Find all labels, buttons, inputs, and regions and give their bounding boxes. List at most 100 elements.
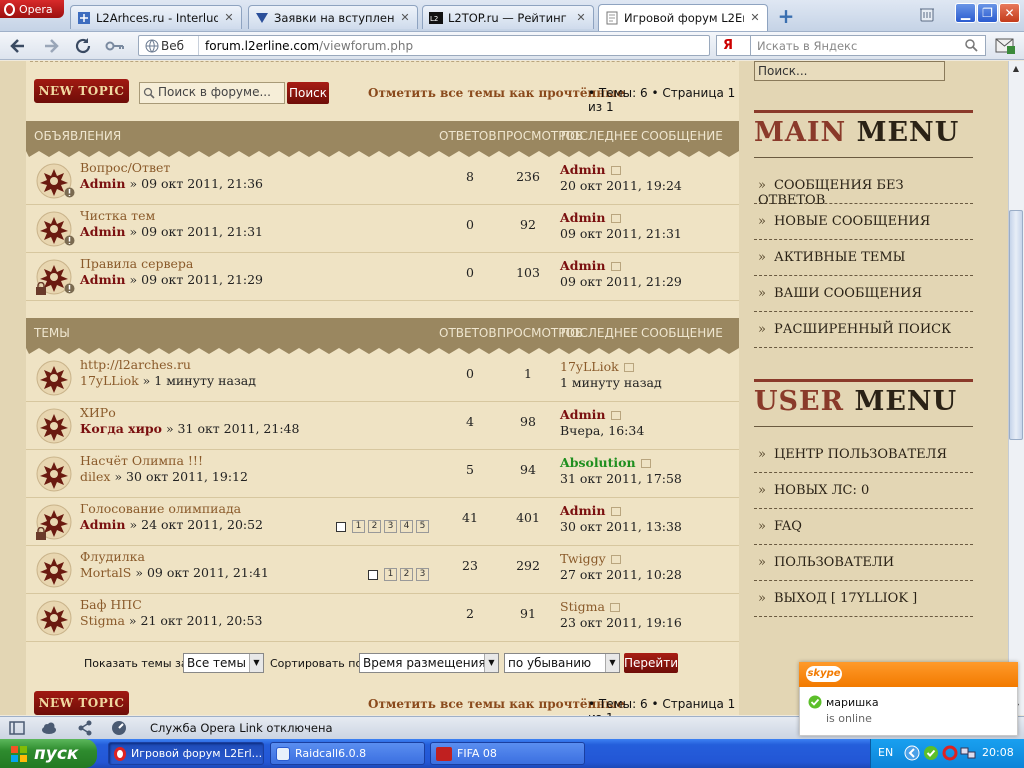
topic-title-link[interactable]: Голосование олимпиада: [80, 501, 241, 516]
page-link[interactable]: 1: [384, 568, 397, 581]
go-to-post-icon[interactable]: [623, 363, 634, 372]
menu-item[interactable]: » ПОЛЬЗОВАТЕЛИ: [754, 545, 973, 581]
sidebar-search-input[interactable]: Поиск...: [754, 61, 945, 81]
mark-all-read-link[interactable]: Отметить все темы как прочтённые: [368, 697, 625, 711]
last-post-author-name[interactable]: Admin: [560, 503, 606, 518]
close-tab-icon[interactable]: ✕: [399, 11, 411, 24]
last-post-author-name[interactable]: 17yLLiok: [560, 359, 619, 374]
close-window-button[interactable]: ✕: [999, 3, 1020, 23]
go-to-post-icon[interactable]: [609, 603, 620, 612]
opera-menu-button[interactable]: Opera: [0, 0, 64, 18]
tab-forum[interactable]: Игровой форум L2Erline ... ✕: [598, 4, 768, 31]
key-icon[interactable]: [104, 36, 126, 56]
topic-author[interactable]: dilex: [80, 469, 110, 484]
menu-item[interactable]: » НОВЫХ ЛС: 0: [754, 473, 973, 509]
topic-title-link[interactable]: ХИРо: [80, 405, 116, 420]
panel-toggle-icon[interactable]: [8, 719, 26, 737]
menu-item[interactable]: » АКТИВНЫЕ ТЕМЫ: [754, 240, 973, 276]
opera-tray-icon[interactable]: [942, 745, 958, 761]
forward-icon[interactable]: [40, 36, 62, 56]
scroll-thumb[interactable]: [1009, 210, 1023, 440]
topic-row[interactable]: http://l2arches.ru 17yLLiok » 1 минуту на…: [26, 354, 739, 402]
topic-title-link[interactable]: Чистка тем: [80, 208, 155, 223]
start-button[interactable]: пуск: [0, 739, 97, 768]
topic-row[interactable]: Флудилка MortalS » 09 окт 2011, 21:41 1 2 3 2…: [26, 546, 739, 594]
go-to-post-icon[interactable]: [610, 214, 621, 223]
last-post-author[interactable]: Admin: [560, 258, 621, 273]
tab-l2arches[interactable]: L2Arhces.ru - Interlude ... ✕: [70, 5, 242, 29]
maximize-button[interactable]: ❐: [977, 3, 998, 23]
trash-icon[interactable]: [918, 5, 936, 23]
topic-author[interactable]: MortalS: [80, 565, 131, 580]
topic-title-link[interactable]: Флудилка: [80, 549, 145, 564]
go-to-post-icon[interactable]: [610, 411, 621, 420]
page-link[interactable]: 2: [400, 568, 413, 581]
go-to-post-icon[interactable]: [610, 166, 621, 175]
language-indicator[interactable]: EN: [878, 746, 893, 759]
taskbar-item-opera[interactable]: Игровой форум L2Erl...: [108, 742, 264, 765]
last-post-author[interactable]: Stigma: [560, 599, 620, 614]
new-topic-button[interactable]: NEW TOPIC: [34, 79, 129, 103]
last-post-author-name[interactable]: Admin: [560, 162, 606, 177]
network-icon[interactable]: [960, 745, 976, 761]
close-tab-icon[interactable]: ✕: [749, 12, 761, 24]
last-post-author[interactable]: 17yLLiok: [560, 359, 634, 374]
topic-row[interactable]: Голосование олимпиада Admin » 24 окт 2011…: [26, 498, 739, 546]
topic-author[interactable]: Admin: [80, 224, 126, 239]
turbo-icon[interactable]: [110, 719, 128, 737]
go-button[interactable]: Перейти: [624, 653, 678, 673]
taskbar-item-raidcall[interactable]: Raidcall6.0.8: [270, 742, 425, 765]
topic-title-link[interactable]: Баф НПС: [80, 597, 142, 612]
unite-icon[interactable]: [76, 719, 94, 737]
scroll-up-icon[interactable]: ▲: [1009, 62, 1023, 76]
last-post-author-name[interactable]: Absolution: [560, 455, 636, 470]
tab-applications[interactable]: Заявки на вступление -... ✕: [248, 5, 418, 29]
search-icon[interactable]: [965, 39, 978, 52]
topic-author[interactable]: 17yLLiok: [80, 373, 139, 388]
go-to-post-icon[interactable]: [610, 555, 621, 564]
menu-item[interactable]: » РАСШИРЕННЫЙ ПОИСК: [754, 312, 973, 348]
close-tab-icon[interactable]: ✕: [223, 11, 235, 24]
back-icon[interactable]: [8, 36, 30, 56]
last-post-author[interactable]: Admin: [560, 503, 621, 518]
menu-item[interactable]: » ВАШИ СООБЩЕНИЯ: [754, 276, 973, 312]
address-field[interactable]: Веб forum.l2erline.com/viewforum.php: [138, 35, 710, 56]
mark-all-read-link[interactable]: Отметить все темы как прочтённые: [368, 86, 625, 100]
go-to-post-icon[interactable]: [610, 507, 621, 516]
page-link[interactable]: 4: [400, 520, 413, 533]
menu-item[interactable]: » ЦЕНТР ПОЛЬЗОВАТЕЛЯ: [754, 437, 973, 473]
skype-tray-icon[interactable]: [923, 745, 939, 761]
order-select[interactable]: по убыванию ▼: [504, 653, 620, 673]
topic-title-link[interactable]: Насчёт Олимпа !!!: [80, 453, 203, 468]
menu-item[interactable]: » НОВЫЕ СООБЩЕНИЯ: [754, 204, 973, 240]
search-engine-button[interactable]: Я: [716, 35, 750, 56]
page-link[interactable]: 1: [352, 520, 365, 533]
topic-title-link[interactable]: Правила сервера: [80, 256, 193, 271]
topic-title-link[interactable]: Вопрос/Ответ: [80, 160, 170, 175]
topic-author[interactable]: Admin: [80, 272, 126, 287]
taskbar-item-fifa[interactable]: FIFA 08: [430, 742, 585, 765]
page-link[interactable]: 3: [416, 568, 429, 581]
last-post-author[interactable]: Twiggy: [560, 551, 621, 566]
topic-row[interactable]: Насчёт Олимпа !!! dilex » 30 окт 2011, 19…: [26, 450, 739, 498]
page-link[interactable]: 2: [368, 520, 381, 533]
topic-title-link[interactable]: http://l2arches.ru: [80, 357, 191, 372]
last-post-author-name[interactable]: Twiggy: [560, 551, 606, 566]
announcement-row[interactable]: Правила сервера Admin » 09 окт 2011, 21:2…: [26, 253, 739, 301]
forum-search-button[interactable]: Поиск: [287, 82, 329, 104]
topic-author[interactable]: Admin: [80, 176, 126, 191]
tab-l2top[interactable]: L2 L2TOP.ru — Рейтинг Се... ✕: [422, 5, 594, 29]
menu-item[interactable]: » ВЫХОД [ 17YLLIOK ]: [754, 581, 973, 617]
go-to-post-icon[interactable]: [640, 459, 651, 468]
show-topics-select[interactable]: Все темы ▼: [183, 653, 264, 673]
page-link[interactable]: 3: [384, 520, 397, 533]
opera-link-icon[interactable]: [40, 719, 58, 737]
mail-icon[interactable]: [994, 35, 1016, 56]
sort-by-select[interactable]: Время размещения ▼: [359, 653, 499, 673]
new-tab-button[interactable]: +: [776, 6, 796, 26]
minimize-button[interactable]: ▁: [955, 3, 976, 23]
page-link[interactable]: 5: [416, 520, 429, 533]
topic-author[interactable]: Stigma: [80, 613, 125, 628]
menu-item[interactable]: » FAQ: [754, 509, 973, 545]
last-post-author[interactable]: Admin: [560, 162, 621, 177]
